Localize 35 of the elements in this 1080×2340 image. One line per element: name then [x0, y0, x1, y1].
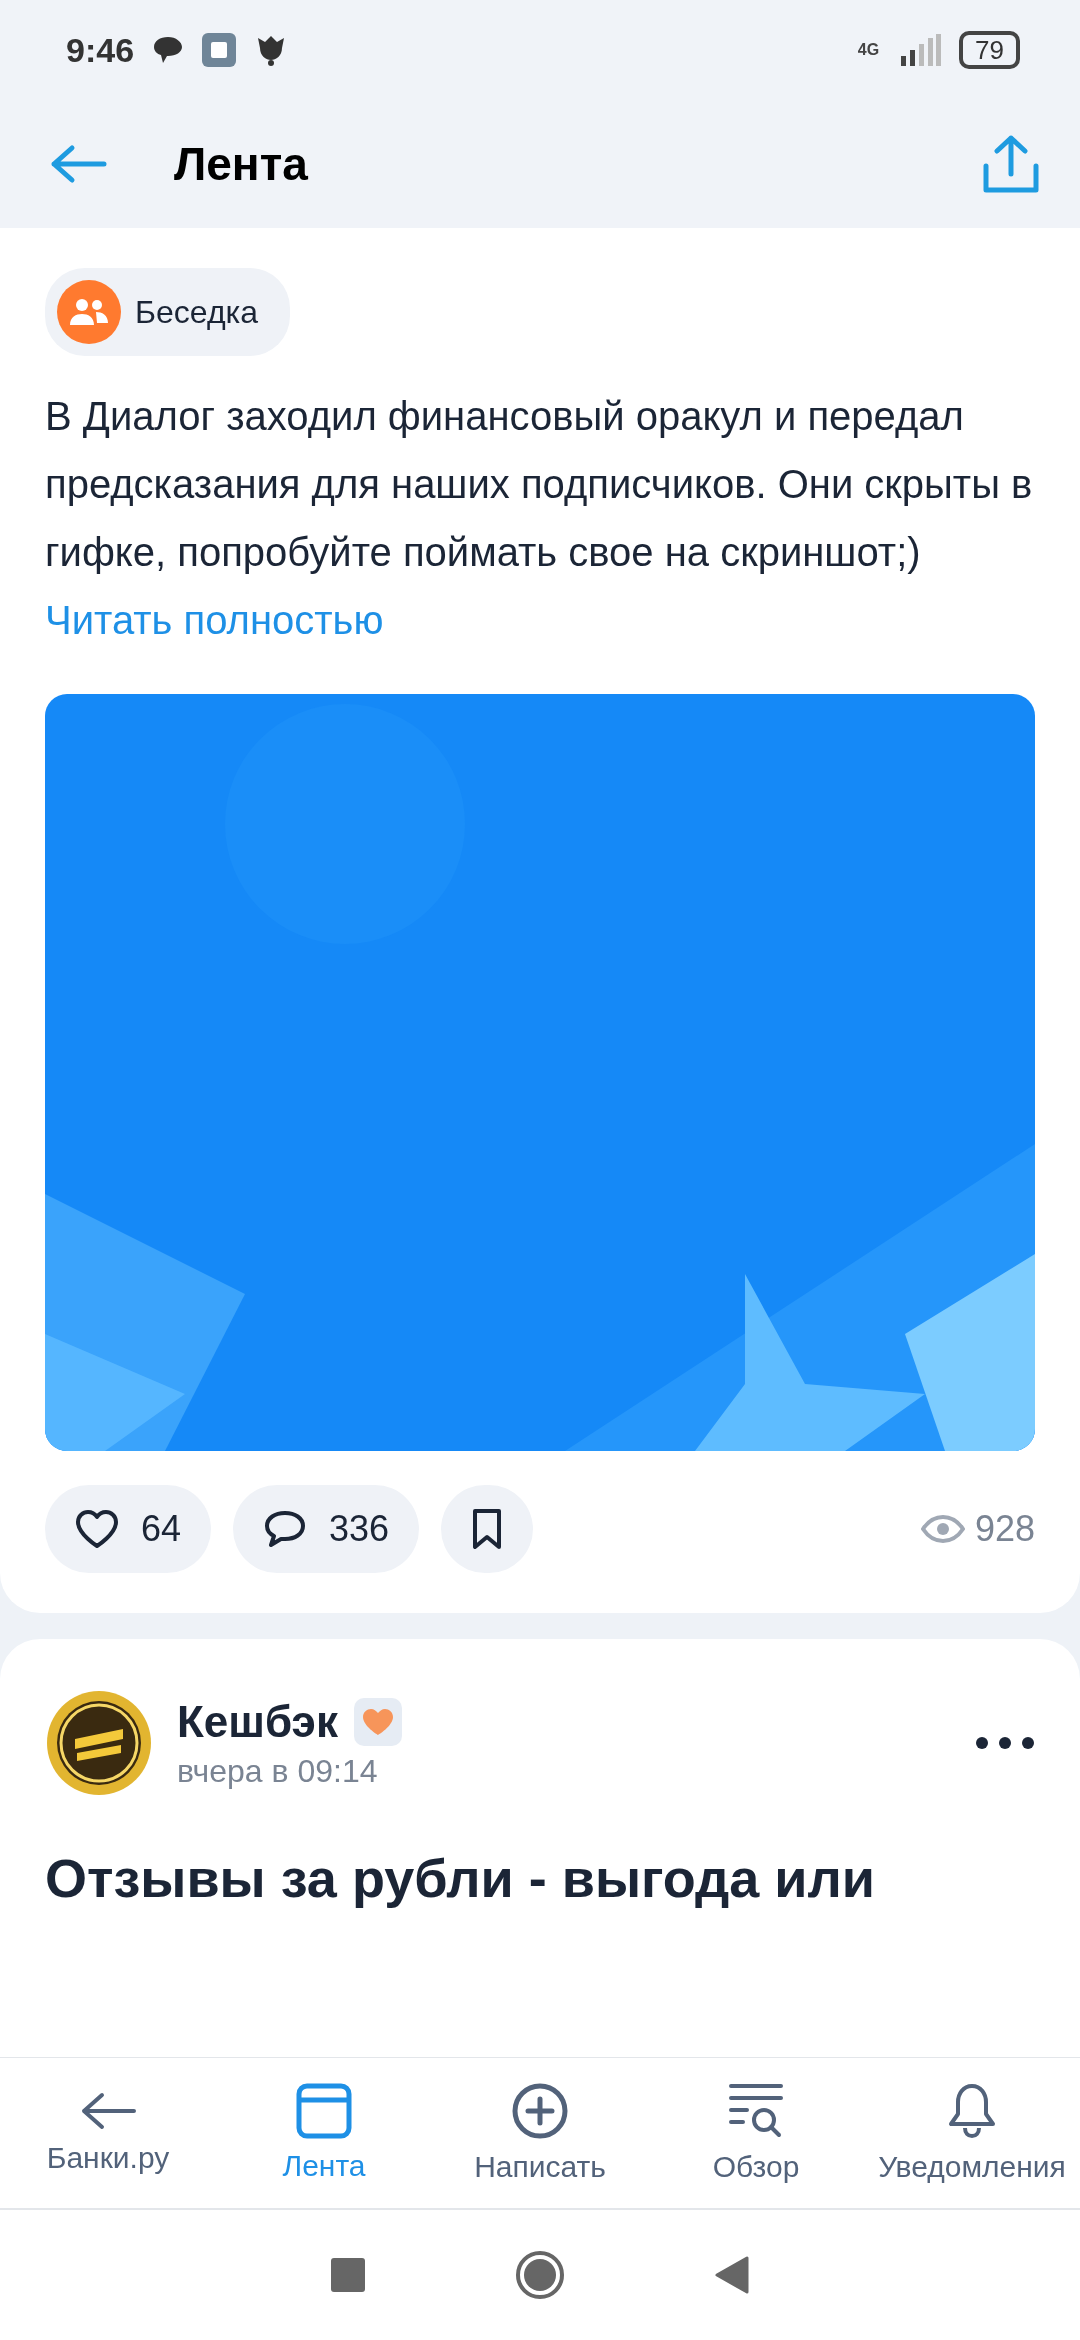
author-name[interactable]: Кешбэк [177, 1696, 338, 1747]
comment-button[interactable]: 336 [233, 1485, 420, 1573]
nav-tab[interactable]: Уведомления [864, 2058, 1080, 2208]
bell-icon [947, 2082, 997, 2140]
like-button[interactable]: 64 [45, 1485, 212, 1573]
status-time: 9:46 [66, 30, 135, 70]
people-icon [69, 298, 109, 326]
nav-tab[interactable]: Написать [432, 2058, 648, 2208]
cashback-coin-avatar[interactable] [45, 1689, 153, 1797]
back-button[interactable] [715, 2256, 749, 2294]
nav-tab[interactable]: Банки.ру [0, 2058, 216, 2208]
share-button[interactable] [982, 134, 1040, 194]
battery-indicator: 79 [959, 31, 1020, 69]
community-chip[interactable]: Беседка [45, 268, 291, 356]
chat-bubble-icon [152, 35, 185, 65]
app-notification-icon [202, 33, 237, 67]
bookmark-icon [471, 1508, 504, 1550]
add-icon [511, 2082, 569, 2140]
search-list-icon [727, 2082, 785, 2140]
heart-icon [75, 1509, 119, 1549]
screen-title: Лента [174, 137, 308, 191]
more-button[interactable] [975, 1736, 1035, 1750]
home-button[interactable] [515, 2250, 565, 2300]
nav-tab[interactable]: Лента [216, 2058, 432, 2208]
nav-tab[interactable]: Обзор [648, 2058, 864, 2208]
eye-icon [920, 1515, 965, 1543]
view-count: 928 [974, 1508, 1035, 1550]
post-time: вчера в 09:14 [177, 1752, 379, 1790]
post-text: В Диалог заходил финансовый оракул и передал предсказания для наших подписчиков. Они скрыты в гифке, попробуйте поймать свое на скриншот;) Читать полностью [45, 393, 1034, 644]
heart-icon [361, 1707, 394, 1736]
post-title[interactable]: Отзывы за рубли - выгода или [45, 1847, 1035, 1909]
window-icon [296, 2083, 352, 2139]
read-more-link[interactable]: Читать полностью [45, 598, 384, 642]
speech-bubble-icon [263, 1509, 308, 1549]
network-label: 4G [857, 41, 880, 59]
